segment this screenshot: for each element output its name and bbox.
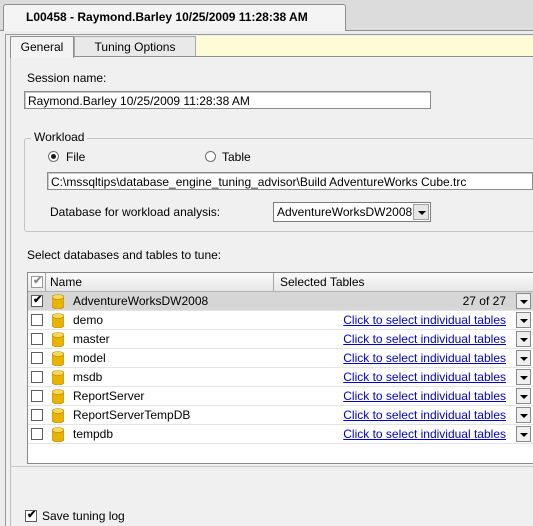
checkmark-icon: ✔ xyxy=(27,509,37,521)
chevron-down-icon xyxy=(520,376,528,380)
workload-database-value: AdventureWorksDW2008 xyxy=(277,205,413,219)
dropdown-button[interactable] xyxy=(413,204,429,220)
tables-dropdown-button[interactable] xyxy=(516,350,531,366)
session-name-input[interactable]: Raymond.Barley 10/25/2009 11:28:38 AM xyxy=(24,91,431,109)
database-row[interactable]: tempdb Click to select individual tables xyxy=(28,425,533,444)
database-checkbox[interactable] xyxy=(31,409,43,421)
save-tuning-log-checkbox[interactable]: ✔ xyxy=(25,509,37,522)
tables-dropdown-button[interactable] xyxy=(516,407,531,423)
chevron-down-icon xyxy=(520,338,528,342)
document-tab[interactable]: L00458 - Raymond.Barley 10/25/2009 11:28… xyxy=(3,4,346,31)
database-checkbox[interactable] xyxy=(31,428,43,440)
chevron-down-icon xyxy=(520,319,528,323)
select-tables-link[interactable]: Click to select individual tables xyxy=(343,408,506,422)
workload-database-label: Database for workload analysis: xyxy=(50,205,221,219)
select-all-checkbox[interactable]: ✔ xyxy=(31,275,43,288)
database-checkbox[interactable] xyxy=(31,352,43,364)
database-name: tempdb xyxy=(73,427,114,441)
column-separator[interactable] xyxy=(45,273,46,291)
database-name: msdb xyxy=(73,370,103,384)
workload-file-radio[interactable] xyxy=(48,151,59,162)
tables-dropdown-button[interactable] xyxy=(516,312,531,328)
document-tab-title: L00458 - Raymond.Barley 10/25/2009 11:28… xyxy=(26,10,308,24)
chevron-down-icon xyxy=(520,300,528,304)
radio-selected-dot xyxy=(51,154,56,159)
checkmark-icon: ✔ xyxy=(33,294,43,306)
column-header-selected-tables[interactable]: Selected Tables xyxy=(280,273,365,291)
database-row[interactable]: msdb Click to select individual tables xyxy=(28,368,533,387)
tables-dropdown-button[interactable] xyxy=(516,293,531,309)
grid-header: ✔ Name Selected Tables xyxy=(28,273,533,292)
database-checkbox[interactable] xyxy=(31,390,43,402)
checkmark-icon: ✔ xyxy=(33,275,43,287)
database-icon xyxy=(52,389,64,404)
database-name: demo xyxy=(73,313,104,327)
tab-strip-background xyxy=(195,36,533,57)
workload-file-path-input[interactable]: C:\mssqltips\database_engine_tuning_advi… xyxy=(47,172,533,190)
tab-strip: Tuning Options General xyxy=(10,36,533,58)
database-icon xyxy=(52,313,64,328)
database-icon xyxy=(52,294,64,309)
database-icon xyxy=(52,427,64,442)
database-row[interactable]: ReportServer Click to select individual … xyxy=(28,387,533,406)
database-row[interactable]: master Click to select individual tables xyxy=(28,330,533,349)
database-row[interactable]: ✔ AdventureWorksDW2008 27 of 27 xyxy=(28,292,533,311)
workload-table-radio[interactable] xyxy=(205,151,216,162)
save-tuning-log-label[interactable]: Save tuning log xyxy=(42,509,125,523)
tab-general[interactable]: General xyxy=(10,36,74,58)
chevron-down-icon xyxy=(520,414,528,418)
database-checkbox[interactable] xyxy=(31,371,43,383)
database-name: master xyxy=(73,332,110,346)
database-name: AdventureWorksDW2008 xyxy=(73,294,209,308)
database-checkbox[interactable]: ✔ xyxy=(31,294,43,307)
workload-group-title: Workload xyxy=(31,130,88,144)
tables-dropdown-button[interactable] xyxy=(516,426,531,442)
column-header-name[interactable]: Name xyxy=(50,273,82,291)
select-tables-link[interactable]: Click to select individual tables xyxy=(343,370,506,384)
workload-table-label[interactable]: Table xyxy=(222,150,251,164)
database-checkbox[interactable] xyxy=(31,314,43,326)
select-tables-link[interactable]: Click to select individual tables xyxy=(343,332,506,346)
workload-database-select[interactable]: AdventureWorksDW2008 xyxy=(273,202,431,222)
database-row[interactable]: ReportServerTempDB Click to select indiv… xyxy=(28,406,533,425)
database-name: model xyxy=(73,351,106,365)
tables-dropdown-button[interactable] xyxy=(516,331,531,347)
select-tables-link[interactable]: Click to select individual tables xyxy=(343,389,506,403)
select-tables-link[interactable]: Click to select individual tables xyxy=(343,313,506,327)
select-tables-link[interactable]: Click to select individual tables xyxy=(343,427,506,441)
database-checkbox[interactable] xyxy=(31,333,43,345)
chevron-down-icon xyxy=(418,211,426,215)
workload-file-label[interactable]: File xyxy=(66,150,85,164)
database-icon xyxy=(52,370,64,385)
chevron-down-icon xyxy=(520,357,528,361)
databases-grid: ✔ Name Selected Tables ✔ AdventureWorksD… xyxy=(27,272,533,464)
database-name: ReportServer xyxy=(73,389,145,403)
database-icon xyxy=(52,408,64,423)
database-name: ReportServerTempDB xyxy=(73,408,191,422)
tables-dropdown-button[interactable] xyxy=(516,388,531,404)
tab-tuning-options[interactable]: Tuning Options xyxy=(74,36,196,57)
databases-label: Select databases and tables to tune: xyxy=(27,248,222,262)
tables-dropdown-button[interactable] xyxy=(516,369,531,385)
session-name-label: Session name: xyxy=(27,71,107,85)
select-tables-link[interactable]: Click to select individual tables xyxy=(343,351,506,365)
chevron-down-icon xyxy=(520,395,528,399)
database-row[interactable]: model Click to select individual tables xyxy=(28,349,533,368)
selected-tables-value: 27 of 27 xyxy=(462,294,506,308)
database-row[interactable]: demo Click to select individual tables xyxy=(28,311,533,330)
column-separator[interactable] xyxy=(273,273,274,291)
chevron-down-icon xyxy=(520,433,528,437)
database-icon xyxy=(52,332,64,347)
database-icon xyxy=(52,351,64,366)
divider xyxy=(10,466,533,467)
